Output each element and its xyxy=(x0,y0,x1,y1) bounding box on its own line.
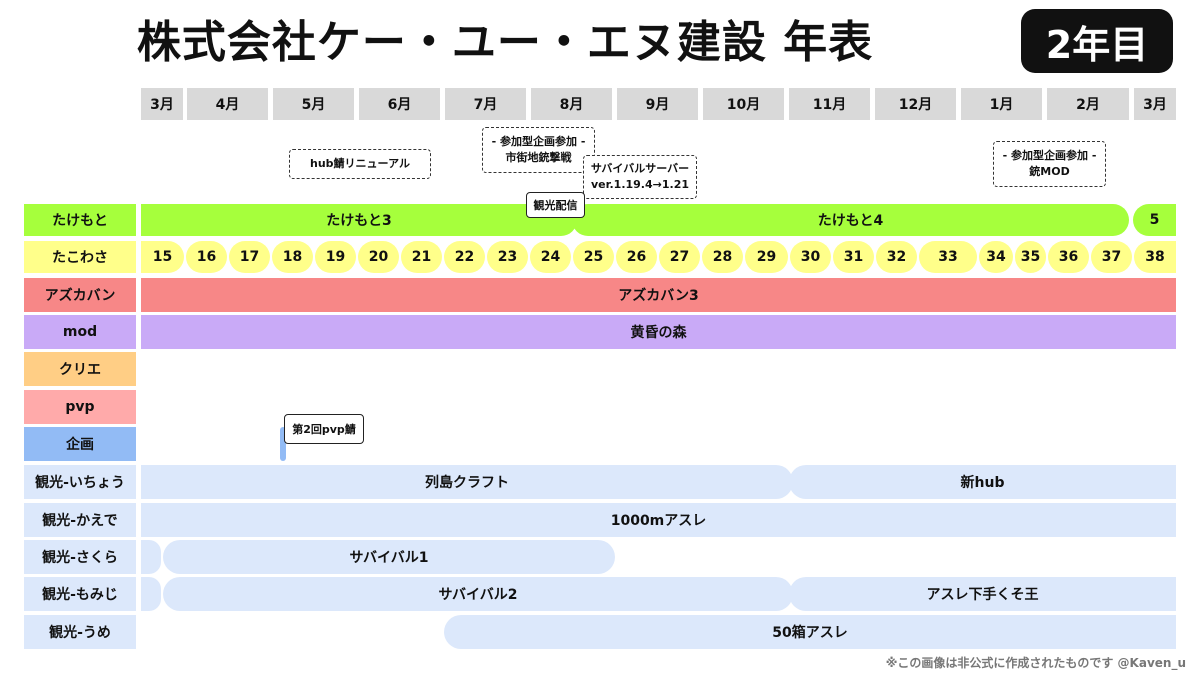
month-header: 2月 xyxy=(1047,88,1129,120)
ichou-new-hub-bar: 新hub xyxy=(789,465,1176,499)
takowasa-episode: 16 xyxy=(186,241,227,273)
month-header: 4月 xyxy=(187,88,268,120)
takowasa-episode: 35 xyxy=(1015,241,1046,273)
sakura-prev-bar xyxy=(141,540,161,574)
mod-twilight-forest-bar: 黄昏の森 xyxy=(141,315,1176,349)
takowasa-episode: 38 xyxy=(1134,241,1176,273)
takowasa-episode: 33 xyxy=(919,241,977,273)
month-header: 11月 xyxy=(789,88,870,120)
kaede-1000m-parkour-bar: 1000mアスレ xyxy=(141,503,1176,537)
month-header: 8月 xyxy=(531,88,612,120)
event-survival-server-update: サバイバルサーバー ver.1.19.4→1.21 xyxy=(583,155,697,199)
month-header: 10月 xyxy=(703,88,784,120)
month-header: 5月 xyxy=(273,88,354,120)
row-label-tour-momiji: 観光-もみじ xyxy=(24,577,136,611)
takowasa-episode: 24 xyxy=(530,241,571,273)
event-hub-renewal: hub鯖リニューアル xyxy=(289,149,431,179)
takowasa-episode: 31 xyxy=(833,241,874,273)
month-header: 6月 xyxy=(359,88,440,120)
momiji-prev-bar xyxy=(141,577,161,611)
takowasa-episode: 15 xyxy=(141,241,184,273)
row-label-creative: クリエ xyxy=(24,352,136,386)
ichou-archipelago-craft-bar: 列島クラフト xyxy=(141,465,793,499)
takowasa-episode: 17 xyxy=(229,241,270,273)
month-header: 7月 xyxy=(445,88,526,120)
month-header: 12月 xyxy=(875,88,956,120)
event-participation-urban-shootout: - 参加型企画参加 - 市街地銃撃戦 xyxy=(482,127,595,173)
takowasa-episode: 26 xyxy=(616,241,657,273)
azkaban-3-bar: アズカバン3 xyxy=(141,278,1176,312)
takowasa-episode: 27 xyxy=(659,241,700,273)
month-header: 9月 xyxy=(617,88,698,120)
takowasa-episode: 37 xyxy=(1091,241,1132,273)
takowasa-episode: 28 xyxy=(702,241,743,273)
takowasa-episode: 36 xyxy=(1048,241,1089,273)
takowasa-episode: 29 xyxy=(745,241,788,273)
event-tour-stream: 観光配信 xyxy=(526,192,585,218)
event-pvp-server-2: 第2回pvp鯖 xyxy=(284,414,364,444)
month-header: 3月 xyxy=(141,88,183,120)
takowasa-episode: 23 xyxy=(487,241,528,273)
takowasa-episode: 20 xyxy=(358,241,399,273)
row-label-pvp: pvp xyxy=(24,390,136,424)
takowasa-episode: 25 xyxy=(573,241,614,273)
event-participation-gun-mod: - 参加型企画参加 - 銃MOD xyxy=(993,141,1106,187)
month-header: 1月 xyxy=(961,88,1042,120)
takemoto-4-bar: たけもと4 xyxy=(572,204,1129,236)
takowasa-episode: 32 xyxy=(876,241,917,273)
row-label-tour-kaede: 観光-かえで xyxy=(24,503,136,537)
row-label-azkaban: アズカバン xyxy=(24,278,136,312)
footer-note: ※この画像は非公式に作成されたものです @Kaven_u xyxy=(885,656,1186,670)
sakura-survival-1-bar: サバイバル1 xyxy=(163,540,615,574)
month-header: 3月 xyxy=(1134,88,1176,120)
takemoto-5-bar: 5 xyxy=(1133,204,1176,236)
row-label-tour-ichou: 観光-いちょう xyxy=(24,465,136,499)
takowasa-episode: 22 xyxy=(444,241,485,273)
row-label-tour-ume: 観光-うめ xyxy=(24,615,136,649)
row-label-tour-sakura: 観光-さくら xyxy=(24,540,136,574)
row-label-takemoto: たけもと xyxy=(24,204,136,236)
year-badge: 2年目 xyxy=(1021,9,1173,73)
row-label-project: 企画 xyxy=(24,427,136,461)
page-title: 株式会社ケー・ユー・エヌ建設 年表 xyxy=(136,17,874,68)
momiji-bad-parkour-king-bar: アスレ下手くそ王 xyxy=(789,577,1176,611)
takowasa-episode: 21 xyxy=(401,241,442,273)
row-label-mod: mod xyxy=(24,315,136,349)
momiji-survival-2-bar: サバイバル2 xyxy=(163,577,793,611)
takowasa-episode: 30 xyxy=(790,241,831,273)
takemoto-3-bar: たけもと3 xyxy=(141,204,577,236)
ume-50-box-parkour-bar: 50箱アスレ xyxy=(444,615,1176,649)
takowasa-episode: 34 xyxy=(979,241,1013,273)
takowasa-episode: 19 xyxy=(315,241,356,273)
takowasa-episode: 18 xyxy=(272,241,313,273)
row-label-takowasa: たこわさ xyxy=(24,241,136,273)
